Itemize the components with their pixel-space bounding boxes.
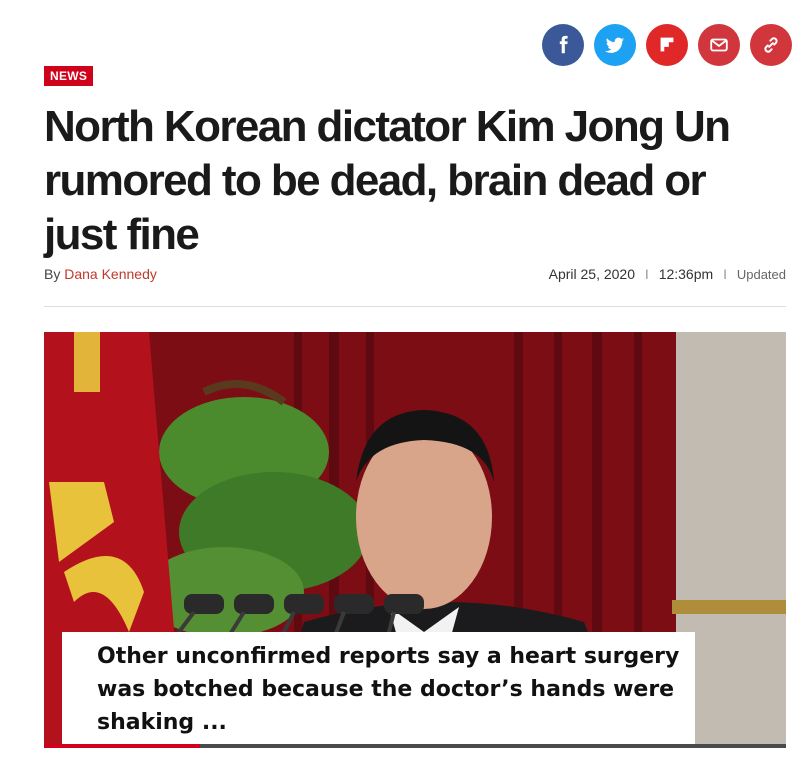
author-link[interactable]: Dana Kennedy bbox=[64, 266, 157, 282]
twitter-share-button[interactable] bbox=[594, 24, 636, 66]
facebook-icon bbox=[559, 35, 568, 54]
video-player[interactable]: Other unconfirmed reports say a heart su… bbox=[44, 332, 786, 748]
flipboard-icon bbox=[660, 37, 674, 52]
flipboard-share-button[interactable] bbox=[646, 24, 688, 66]
video-progress-bar[interactable] bbox=[44, 744, 786, 748]
article-headline: North Korean dictator Kim Jong Un rumore… bbox=[44, 102, 731, 259]
email-share-button[interactable] bbox=[698, 24, 740, 66]
copy-link-button[interactable] bbox=[750, 24, 792, 66]
updated-label: Updated bbox=[736, 267, 786, 282]
byline: By Dana Kennedy bbox=[44, 266, 157, 282]
share-bar bbox=[542, 24, 792, 66]
video-caption-box: Other unconfirmed reports say a heart su… bbox=[62, 632, 695, 748]
publish-time: 12:36pm bbox=[658, 266, 714, 282]
facebook-share-button[interactable] bbox=[542, 24, 584, 66]
twitter-icon bbox=[604, 37, 625, 53]
byline-prefix: By bbox=[44, 266, 61, 282]
link-icon bbox=[764, 37, 778, 53]
section-badge[interactable]: NEWS bbox=[44, 66, 94, 86]
divider bbox=[44, 306, 786, 307]
video-progress-fill bbox=[44, 744, 200, 748]
time-separator: I bbox=[723, 266, 727, 282]
video-caption: Other unconfirmed reports say a heart su… bbox=[97, 644, 680, 735]
publish-date: April 25, 2020 bbox=[548, 266, 636, 282]
date-separator: I bbox=[644, 266, 649, 282]
dateline: April 25, 2020 I 12:36pm I Updated bbox=[549, 266, 786, 282]
email-icon bbox=[710, 38, 728, 52]
